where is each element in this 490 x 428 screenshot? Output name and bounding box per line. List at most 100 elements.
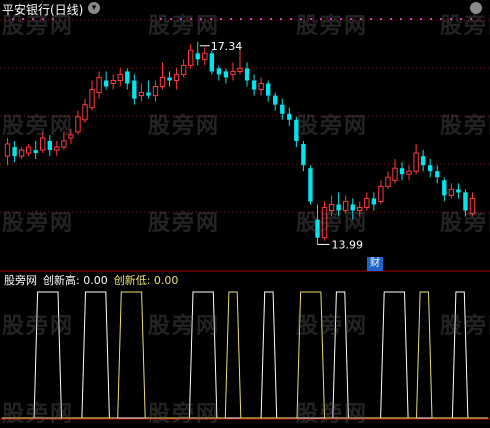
marker-dot — [270, 18, 272, 20]
watermark: 股旁网 — [440, 14, 490, 39]
watermark: 股旁网 — [148, 14, 221, 39]
marker-dot — [230, 18, 232, 20]
candle-up — [230, 70, 236, 75]
candle-up — [138, 92, 145, 97]
chevron-down-icon[interactable]: ▾ — [88, 2, 100, 14]
candle-up — [96, 76, 102, 94]
watermark: 股旁网 — [148, 314, 221, 339]
candle-down — [399, 168, 405, 175]
marker-dot — [400, 18, 402, 20]
candle-down — [280, 104, 285, 114]
candle-down — [371, 198, 377, 205]
candle-down — [47, 140, 52, 151]
candle-down — [265, 83, 271, 96]
candle-up — [61, 140, 67, 148]
candle-up — [152, 86, 159, 97]
candle-down — [103, 80, 109, 87]
watermark: 股旁网 — [148, 402, 221, 427]
watermark: 股旁网 — [2, 314, 75, 339]
watermark: 股旁网 — [2, 402, 75, 427]
candle-up — [385, 176, 391, 187]
candle-up — [413, 152, 419, 172]
new-low-signal-line — [1, 291, 489, 419]
candle-down — [287, 113, 292, 120]
candle-up — [25, 146, 32, 154]
watermark: 股旁网 — [296, 14, 369, 39]
candle-down — [308, 168, 313, 202]
candles-layer — [4, 41, 476, 245]
marker-dot — [250, 18, 252, 20]
high-price-label: 17.34 — [211, 40, 243, 53]
candle-down — [125, 71, 130, 84]
marker-dot — [260, 18, 262, 20]
candle-down — [428, 165, 433, 172]
new-high-value: 创新高: 0.00 — [43, 274, 108, 287]
candle-down — [12, 147, 17, 157]
stock-chart-window: 17.34 13.99 股旁网 股旁网 股旁网 股旁网 股旁网 股旁网 股旁网 股… — [0, 0, 490, 427]
watermark: 股旁网 — [296, 402, 369, 427]
indicator-layer — [1, 291, 489, 419]
candle-up — [82, 104, 88, 121]
marker-dot — [240, 18, 242, 20]
candle-up — [258, 83, 264, 91]
candle-up — [392, 167, 398, 181]
candle-up — [4, 143, 11, 157]
watermark: 股旁网 — [148, 114, 221, 139]
candle-up — [54, 146, 60, 151]
candle-up — [110, 79, 116, 85]
candle-down — [195, 53, 200, 60]
watermark: 股旁网 — [2, 211, 75, 236]
new-high-signal-line — [1, 291, 489, 419]
marker-dot — [370, 18, 372, 20]
chart-title: 平安银行(日线) — [2, 3, 84, 17]
marker-dot — [380, 18, 382, 20]
finance-badge[interactable]: 财 — [367, 257, 383, 271]
candle-down — [251, 80, 257, 90]
indicator-name[interactable]: 股旁网 — [4, 274, 37, 287]
marker-dot — [410, 18, 412, 20]
candle-up — [188, 49, 194, 66]
watermark: 股旁网 — [148, 211, 221, 236]
watermark: 股旁网 — [296, 114, 369, 139]
candle-up — [448, 188, 455, 196]
watermark: 股旁网 — [440, 114, 490, 139]
candle-down — [442, 180, 447, 196]
candle-up — [202, 52, 208, 60]
chevron-down-icon[interactable] — [470, 2, 482, 14]
candle-up — [180, 64, 187, 75]
candle-down — [146, 92, 151, 96]
candle-up — [117, 73, 123, 81]
low-price-label: 13.99 — [331, 238, 363, 251]
candle-down — [244, 68, 250, 81]
marker-dot — [280, 18, 282, 20]
candle-up — [173, 73, 180, 81]
candle-up — [159, 76, 166, 88]
candle-down — [456, 189, 461, 193]
candle-down — [132, 80, 137, 99]
watermark: 股旁网 — [296, 314, 369, 339]
new-low-value: 创新低: 0.00 — [113, 274, 179, 287]
candle-down — [216, 68, 222, 75]
marker-dot — [430, 18, 432, 20]
watermark: 股旁网 — [440, 211, 490, 236]
marker-dot — [420, 18, 422, 20]
candle-up — [89, 89, 95, 109]
candle-up — [75, 116, 81, 133]
candle-down — [301, 144, 306, 166]
marker-dot — [390, 18, 392, 20]
candle-down — [273, 95, 278, 105]
candle-down — [435, 171, 440, 178]
candle-up — [18, 149, 25, 157]
marker-dot — [220, 18, 222, 20]
candle-up — [406, 170, 412, 175]
candle-down — [167, 77, 172, 81]
candle-down — [209, 53, 215, 72]
marker-dot — [290, 18, 292, 20]
candle-down — [420, 156, 426, 166]
watermark: 股旁网 — [440, 314, 490, 339]
candle-up — [237, 67, 243, 72]
indicator-header: 股旁网 创新高: 0.00 创新低: 0.00 — [4, 274, 178, 288]
candle-down — [223, 71, 229, 78]
watermark: 股旁网 — [2, 114, 75, 139]
candle-up — [378, 185, 384, 202]
